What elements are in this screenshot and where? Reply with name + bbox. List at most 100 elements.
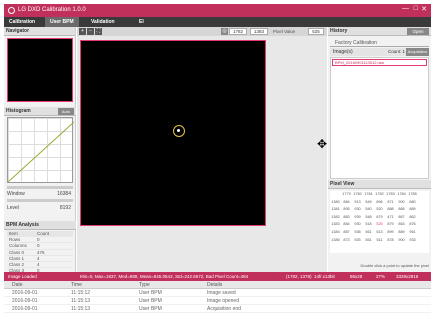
pixel-cell: 549 <box>365 199 372 204</box>
window-value[interactable]: 16384 <box>57 191 71 197</box>
tab-factory-calibration[interactable]: Factory Calibration <box>330 39 429 47</box>
app-title: LG DXD Calibration 1.0.0 <box>18 7 86 13</box>
cursor-coords: (1782, 1378) <box>286 274 312 279</box>
pixel-cell: 930 <box>354 222 361 227</box>
navigator-view[interactable] <box>7 38 73 102</box>
fit-view-icon[interactable]: ⛶ <box>95 28 102 35</box>
pixel-row-header: 1382 <box>331 214 340 219</box>
zoom-out-icon[interactable]: − <box>87 28 94 35</box>
pixel-col-header: 1785 <box>408 192 417 196</box>
log-date: 2016-09-01 <box>12 306 38 312</box>
pixel-value-field: 525 <box>308 28 324 35</box>
pixel-view-table: 1779 1780 1781 1782 1783 1784 1785 1380 … <box>330 191 429 253</box>
pixel-cell: 933 <box>409 237 416 242</box>
open-button[interactable]: Open <box>407 28 429 35</box>
log-type: User BPM <box>139 290 162 296</box>
images-header: Image(s) Count: 1 Acquisition <box>330 48 429 56</box>
pixel-cell: 896 <box>376 199 383 204</box>
window-label: Window <box>7 191 25 197</box>
bit-depth: 14fr.x13bit <box>314 274 335 279</box>
window-slider[interactable] <box>7 186 73 189</box>
level-slider[interactable] <box>7 199 73 202</box>
bpm-item: Class 0 <box>9 249 25 255</box>
histogram-auto-button[interactable]: Auto <box>57 108 74 115</box>
table-row[interactable]: 1381 895 930 540 520 888 868 889 <box>330 206 429 214</box>
pixel-cell: 889 <box>409 207 416 212</box>
bpm-item: Rows <box>9 237 21 243</box>
bpm-item: Columns <box>9 243 27 249</box>
pixel-cell: 873 <box>343 237 350 242</box>
images-count: Count: 1 <box>387 49 405 54</box>
tab-calibration[interactable]: Calibration <box>4 17 40 27</box>
maximize-icon[interactable]: □ <box>414 5 418 12</box>
log-header: Date Time Type Details <box>4 281 431 289</box>
table-row[interactable]: 2016-09-01 11:15:13 User BPM Acquisition… <box>4 305 431 313</box>
pixel-view-header: Pixel View <box>328 180 431 189</box>
histogram-curve <box>8 121 74 183</box>
pixel-cell: 868 <box>398 207 405 212</box>
tab-ei[interactable]: EI <box>134 17 149 27</box>
right-panel: History Open Factory Calibration Image(s… <box>328 27 431 272</box>
bpm-analysis-header: BPM Analysis <box>4 221 76 230</box>
pixel-cell: 880 <box>409 199 416 204</box>
log-details: Image opened <box>207 298 239 304</box>
x-coordinate-field[interactable]: 1782 <box>229 28 247 35</box>
table-row[interactable]: 1385 873 925 551 511 878 900 933 <box>330 237 429 245</box>
histogram-header: Histogram Auto <box>4 107 76 116</box>
pixel-cell: 878 <box>387 237 394 242</box>
log-type: User BPM <box>139 306 162 312</box>
tab-validation[interactable]: Validation <box>86 17 120 27</box>
pixel-cell: 884 <box>343 222 350 227</box>
log-col-time: Time <box>71 282 82 288</box>
pixel-cell: 900 <box>398 199 405 204</box>
close-icon[interactable]: ✕ <box>421 5 427 13</box>
move-cursor-icon: ✥ <box>317 137 328 151</box>
pixel-row-header: 1380 <box>331 199 340 204</box>
pixel-value-label: Pixel Value <box>273 29 296 34</box>
log-col-type: Type <box>139 282 150 288</box>
zoom-in-icon[interactable]: + <box>79 28 86 35</box>
image-dimensions: 3328x2816 <box>396 274 419 279</box>
pixel-col-header: 1781 <box>364 192 373 196</box>
status-bar: Image Loaded Min=0, Max=1837, Med=888, M… <box>4 272 431 281</box>
table-row[interactable]: 1380 884 913 549 896 871 900 880 <box>330 199 429 207</box>
pixel-cell: 520 <box>376 207 383 212</box>
image-canvas[interactable] <box>80 40 266 226</box>
pixel-cell: 887 <box>343 229 350 234</box>
pixel-cell: 548 <box>365 214 372 219</box>
list-item[interactable]: BPM_20160901113512.raw <box>332 59 427 66</box>
pixel-cell: 863 <box>398 222 405 227</box>
pixel-row-header: 1381 <box>331 207 340 212</box>
log-col-details: Details <box>207 282 223 288</box>
pixel-cell: 867 <box>398 214 405 219</box>
pixel-cell: 884 <box>343 199 350 204</box>
pixel-cell: 939 <box>354 214 361 219</box>
scale-info: 86x28 <box>350 274 363 279</box>
pixel-row-header: 1384 <box>331 229 340 234</box>
zoom-level: 27% <box>376 274 386 279</box>
minimize-icon[interactable]: — <box>402 5 409 12</box>
pixel-col-header: 1782 <box>375 192 384 196</box>
pixel-cell: 871 <box>387 199 394 204</box>
table-row[interactable]: 2016-09-01 11:15:13 User BPM Image opene… <box>4 297 431 305</box>
pixel-col-header: 1784 <box>397 192 406 196</box>
acquisition-button[interactable]: Acquisition <box>405 48 429 56</box>
main-tabs: Calibration User BPM Validation EI <box>4 17 431 27</box>
y-coordinate-field[interactable]: 1383 <box>250 28 268 35</box>
level-label: Level <box>7 205 19 211</box>
status-text: Image Loaded <box>8 274 37 279</box>
bpm-item: Class 1 <box>9 255 25 261</box>
pixel-cell: 889 <box>398 229 405 234</box>
log-col-date: Date <box>12 282 23 288</box>
level-value[interactable]: 8192 <box>60 205 71 211</box>
table-row[interactable]: 1382 883 939 548 879 471 867 862 <box>330 214 429 222</box>
table-row[interactable]: 1383 884 930 518 525 879 863 876 <box>330 221 429 229</box>
bpm-count: 0 <box>37 243 40 249</box>
table-row[interactable]: 1384 887 938 561 513 899 889 951 <box>330 229 429 237</box>
tab-user-bpm[interactable]: User BPM <box>45 17 79 27</box>
pixel-cell: 930 <box>354 207 361 212</box>
pixel-view-title: Pixel View <box>328 180 431 189</box>
pixel-cell: 876 <box>409 222 416 227</box>
histogram-plot[interactable] <box>7 117 74 183</box>
table-row[interactable]: 2016-09-01 11:15:12 User BPM Image saved <box>4 289 431 297</box>
